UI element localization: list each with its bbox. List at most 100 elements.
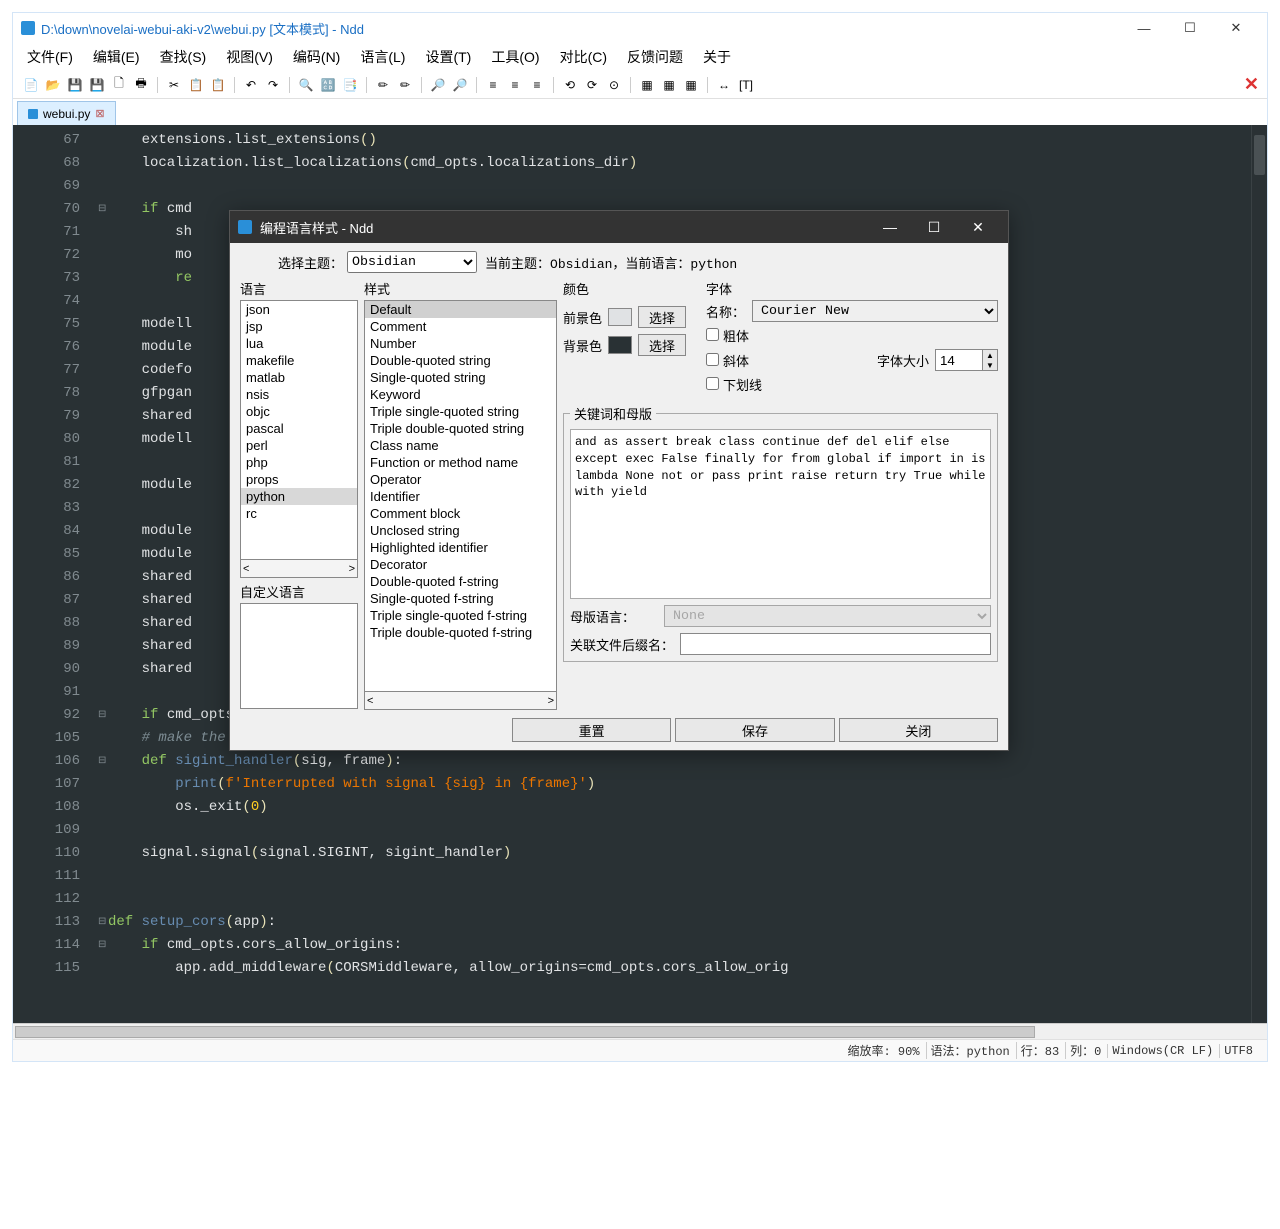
style-item[interactable]: Unclosed string (365, 522, 556, 539)
lang-item[interactable]: nsis (241, 386, 357, 403)
style-item[interactable]: Single-quoted string (365, 369, 556, 386)
toolbar-button[interactable]: ✏ (395, 75, 415, 95)
lang-item[interactable]: objc (241, 403, 357, 420)
style-item[interactable]: Keyword (365, 386, 556, 403)
menu-item[interactable]: 语言(L) (354, 45, 411, 69)
style-item[interactable]: Number (365, 335, 556, 352)
toolbar-button[interactable]: ⟳ (582, 75, 602, 95)
bg-choose-button[interactable]: 选择 (638, 334, 686, 356)
dialog-maximize-button[interactable]: ☐ (912, 213, 956, 241)
custom-lang-box[interactable] (240, 603, 358, 709)
ext-input[interactable] (680, 633, 991, 655)
toolbar-button[interactable]: ≡ (483, 75, 503, 95)
toolbar-button[interactable]: 🔎 (428, 75, 448, 95)
maximize-button[interactable]: ☐ (1167, 14, 1213, 42)
style-item[interactable]: Triple single-quoted string (365, 403, 556, 420)
scroll-thumb[interactable] (15, 1026, 1035, 1038)
minimize-button[interactable]: — (1121, 14, 1167, 42)
menu-item[interactable]: 编码(N) (287, 45, 346, 69)
horizontal-scrollbar[interactable] (13, 1023, 1267, 1039)
toolbar-button[interactable]: ⟲ (560, 75, 580, 95)
style-item[interactable]: Function or method name (365, 454, 556, 471)
keywords-textarea[interactable]: and as assert break class continue def d… (570, 429, 991, 599)
toolbar-button[interactable]: ✂ (164, 75, 184, 95)
toolbar-button[interactable]: 💾 (65, 75, 85, 95)
toolbar-button[interactable]: ↶ (241, 75, 261, 95)
font-size-spinner[interactable]: ▲▼ (935, 349, 998, 371)
tab-close-icon[interactable]: ⊠ (95, 107, 104, 120)
toolbar-button[interactable]: 🖶 (131, 75, 151, 95)
lang-item[interactable]: python (241, 488, 357, 505)
lang-item[interactable]: jsp (241, 318, 357, 335)
bold-checkbox[interactable]: 粗体 (706, 326, 749, 345)
toolbar-button[interactable]: ▦ (681, 75, 701, 95)
toolbar-button[interactable]: ▦ (637, 75, 657, 95)
save-button[interactable]: 保存 (675, 718, 834, 742)
lang-item[interactable]: pascal (241, 420, 357, 437)
style-item[interactable]: Triple single-quoted f-string (365, 607, 556, 624)
lang-item[interactable]: lua (241, 335, 357, 352)
dialog-minimize-button[interactable]: — (868, 213, 912, 241)
menu-item[interactable]: 设置(T) (419, 45, 477, 69)
theme-select[interactable]: Obsidian (347, 251, 477, 273)
toolbar-button[interactable]: ⊙ (604, 75, 624, 95)
menu-item[interactable]: 编辑(E) (87, 45, 146, 69)
lang-hscroll[interactable]: <> (240, 560, 358, 578)
reset-button[interactable]: 重置 (512, 718, 671, 742)
italic-checkbox[interactable]: 斜体 (706, 351, 749, 370)
font-name-select[interactable]: Courier New (752, 300, 998, 322)
menu-item[interactable]: 关于 (697, 45, 737, 69)
menu-item[interactable]: 查找(S) (154, 45, 213, 69)
style-item[interactable]: Triple double-quoted f-string (365, 624, 556, 641)
toolbar-button[interactable]: 📋 (186, 75, 206, 95)
toolbar-button[interactable]: 📋 (208, 75, 228, 95)
style-hscroll[interactable]: <> (364, 692, 557, 710)
toolbar-button[interactable]: 🗋 (109, 75, 129, 95)
menu-item[interactable]: 工具(O) (485, 45, 545, 69)
toolbar-close-icon[interactable]: ✕ (1244, 74, 1259, 95)
style-item[interactable]: Decorator (365, 556, 556, 573)
toolbar-button[interactable]: 💾 (87, 75, 107, 95)
scroll-thumb[interactable] (1254, 135, 1265, 175)
lang-item[interactable]: php (241, 454, 357, 471)
close-dialog-button[interactable]: 关闭 (839, 718, 998, 742)
dialog-close-button[interactable]: ✕ (956, 213, 1000, 241)
toolbar-button[interactable]: 📄 (21, 75, 41, 95)
menu-item[interactable]: 视图(V) (220, 45, 279, 69)
style-item[interactable]: Double-quoted f-string (365, 573, 556, 590)
lang-item[interactable]: rc (241, 505, 357, 522)
style-item[interactable]: Comment (365, 318, 556, 335)
style-item[interactable]: Identifier (365, 488, 556, 505)
toolbar-button[interactable]: 🔎 (450, 75, 470, 95)
lang-item[interactable]: perl (241, 437, 357, 454)
lang-item[interactable]: makefile (241, 352, 357, 369)
style-item[interactable]: Default (365, 301, 556, 318)
menu-item[interactable]: 对比(C) (554, 45, 613, 69)
toolbar-button[interactable]: 📑 (340, 75, 360, 95)
style-item[interactable]: Highlighted identifier (365, 539, 556, 556)
language-listbox[interactable]: jsonjspluamakefilematlabnsisobjcpascalpe… (240, 300, 358, 560)
toolbar-button[interactable]: ↷ (263, 75, 283, 95)
file-tab[interactable]: webui.py ⊠ (17, 101, 116, 125)
lang-item[interactable]: json (241, 301, 357, 318)
toolbar-button[interactable]: 🔠 (318, 75, 338, 95)
menu-item[interactable]: 文件(F) (21, 45, 79, 69)
style-item[interactable]: Single-quoted f-string (365, 590, 556, 607)
menu-item[interactable]: 反馈问题 (621, 45, 689, 69)
fg-choose-button[interactable]: 选择 (638, 306, 686, 328)
lang-item[interactable]: matlab (241, 369, 357, 386)
toolbar-button[interactable]: ✏ (373, 75, 393, 95)
style-item[interactable]: Triple double-quoted string (365, 420, 556, 437)
style-listbox[interactable]: DefaultCommentNumberDouble-quoted string… (364, 300, 557, 692)
toolbar-button[interactable]: [T] (736, 75, 756, 95)
underline-checkbox[interactable]: 下划线 (706, 375, 762, 394)
lang-item[interactable]: props (241, 471, 357, 488)
style-item[interactable]: Operator (365, 471, 556, 488)
style-item[interactable]: Comment block (365, 505, 556, 522)
close-button[interactable]: ✕ (1213, 14, 1259, 42)
vertical-scrollbar[interactable] (1251, 125, 1267, 1023)
toolbar-button[interactable]: ▦ (659, 75, 679, 95)
toolbar-button[interactable]: 📂 (43, 75, 63, 95)
style-item[interactable]: Class name (365, 437, 556, 454)
style-item[interactable]: Double-quoted string (365, 352, 556, 369)
